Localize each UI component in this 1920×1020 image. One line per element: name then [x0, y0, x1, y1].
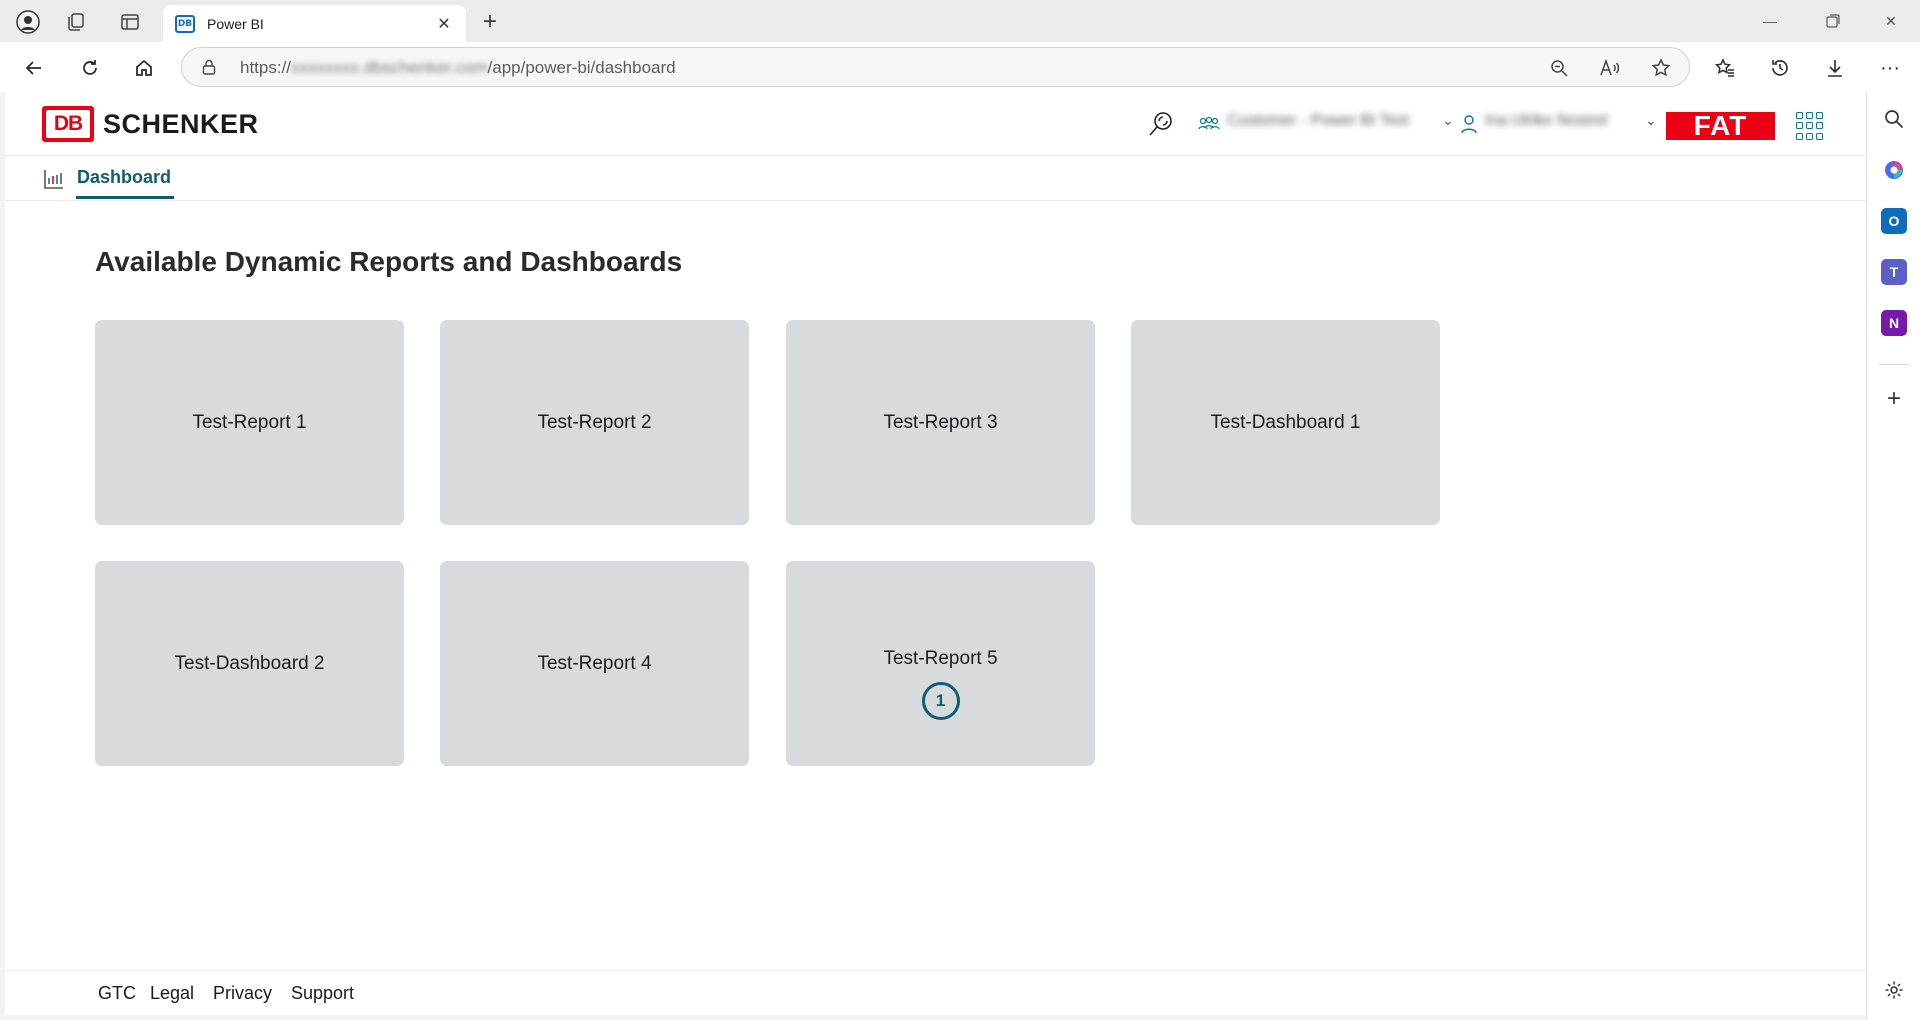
dashboard-card-label: Test-Dashboard 2: [174, 652, 325, 674]
dashboard-chart-icon: [44, 170, 63, 189]
user-chevron-down-icon[interactable]: ⌄: [1645, 112, 1657, 129]
db-logo[interactable]: DB: [42, 106, 94, 142]
active-tab-indicator: [76, 196, 174, 199]
collections-icon[interactable]: [62, 8, 90, 36]
user-icon[interactable]: [1457, 108, 1481, 140]
user-selector[interactable]: Ina Ulrike Nostrel: [1485, 112, 1608, 130]
favorites-icon[interactable]: [1709, 52, 1741, 84]
footer-link-legal[interactable]: Legal: [150, 983, 194, 1004]
settings-icon[interactable]: [1881, 977, 1907, 1003]
footer-link-gtc[interactable]: GTC: [98, 983, 136, 1004]
dashboard-card[interactable]: Test-Dashboard 1: [1131, 320, 1440, 525]
report-card[interactable]: Test-Report 3: [786, 320, 1095, 525]
favorite-star-icon[interactable]: [1649, 56, 1673, 80]
browser-toolbar: https://xxxxxxxx.dbschenker.com/app/powe…: [0, 42, 1920, 92]
close-tab-icon[interactable]: ✕: [434, 14, 454, 34]
site-footer: GTC Legal Privacy Support: [5, 970, 1866, 1015]
profile-icon[interactable]: [14, 8, 42, 36]
app-launcher-icon[interactable]: [1796, 112, 1824, 140]
downloads-icon[interactable]: [1819, 52, 1851, 84]
home-icon[interactable]: [128, 52, 160, 84]
lock-icon[interactable]: [202, 59, 216, 75]
close-window-icon[interactable]: ✕: [1868, 8, 1914, 34]
page-title: Available Dynamic Reports and Dashboards: [95, 246, 683, 277]
footer-link-support[interactable]: Support: [291, 983, 354, 1004]
tab-title: Power BI: [207, 15, 264, 32]
sub-navigation: Dashboard: [5, 156, 1866, 201]
report-card-label: Test-Report 5: [883, 647, 998, 669]
site-header: DB SCHENKER Customer - Power BI Test ⌄ I…: [5, 92, 1866, 156]
back-icon[interactable]: [18, 52, 50, 84]
restore-icon[interactable]: [1810, 8, 1856, 34]
report-card[interactable]: Test-Report 4: [440, 561, 749, 766]
dashboard-card-label: Test-Dashboard 1: [1210, 411, 1361, 433]
report-card-label: Test-Report 1: [192, 411, 307, 433]
footer-link-privacy[interactable]: Privacy: [213, 983, 272, 1004]
report-card-label: Test-Report 2: [537, 411, 652, 433]
tab-actions-icon[interactable]: [116, 8, 144, 36]
history-icon[interactable]: [1764, 52, 1796, 84]
report-card[interactable]: Test-Report 1: [95, 320, 404, 525]
read-aloud-icon[interactable]: [1598, 56, 1622, 80]
edge-sidebar: O T N +: [1866, 92, 1920, 1020]
more-menu-icon[interactable]: ···: [1874, 52, 1906, 84]
teams-icon[interactable]: T: [1881, 259, 1907, 285]
report-card[interactable]: Test-Report 5 1: [786, 561, 1095, 766]
tab-favicon-icon: DB: [175, 14, 195, 33]
report-card[interactable]: Test-Report 2: [440, 320, 749, 525]
address-bar[interactable]: https://xxxxxxxx.dbschenker.com/app/powe…: [181, 47, 1690, 87]
browser-tab-bar: DB Power BI ✕ + — ✕: [0, 0, 1920, 42]
new-tab-icon[interactable]: +: [476, 8, 504, 36]
web-page: DB SCHENKER Customer - Power BI Test ⌄ I…: [5, 92, 1866, 1015]
url-text[interactable]: https://xxxxxxxx.dbschenker.com/app/powe…: [240, 58, 676, 78]
environment-badge: FAT: [1666, 112, 1775, 140]
insights-search-icon[interactable]: [1145, 108, 1177, 140]
customer-selector[interactable]: Customer - Power BI Test: [1227, 112, 1409, 130]
refresh-icon[interactable]: [74, 52, 106, 84]
copilot-icon[interactable]: [1881, 157, 1907, 183]
tab-power-bi[interactable]: DB Power BI ✕: [163, 5, 466, 42]
dashboard-card[interactable]: Test-Dashboard 2: [95, 561, 404, 766]
count-badge: 1: [921, 681, 960, 720]
add-icon[interactable]: +: [1881, 385, 1907, 412]
tab-dashboard[interactable]: Dashboard: [77, 167, 171, 188]
search-icon[interactable]: [1881, 106, 1907, 132]
sidebar-divider: [1879, 364, 1909, 365]
report-card-label: Test-Report 4: [537, 652, 652, 674]
brand-name: SCHENKER: [103, 109, 259, 139]
minimize-icon[interactable]: —: [1747, 8, 1793, 34]
zoom-out-icon[interactable]: [1547, 56, 1571, 80]
customer-chevron-down-icon[interactable]: ⌄: [1442, 112, 1454, 129]
onenote-icon[interactable]: N: [1881, 310, 1907, 336]
customer-group-icon[interactable]: [1193, 108, 1225, 140]
outlook-icon[interactable]: O: [1881, 208, 1907, 234]
report-card-label: Test-Report 3: [883, 411, 998, 433]
